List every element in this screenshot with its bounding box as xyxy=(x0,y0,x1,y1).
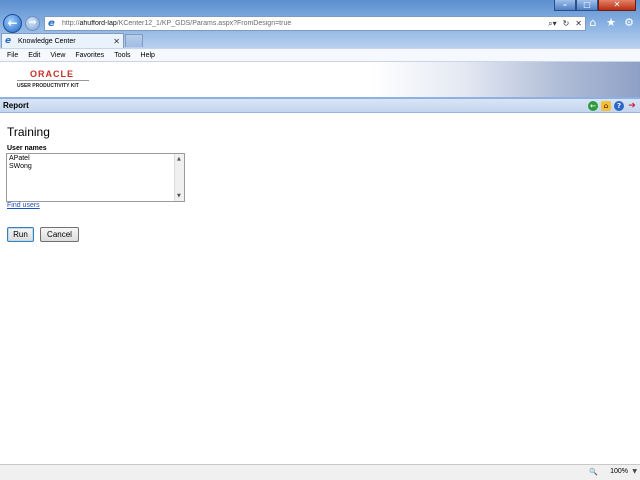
menu-file[interactable]: File xyxy=(2,52,23,59)
menu-favorites[interactable]: Favorites xyxy=(70,52,109,59)
menu-edit[interactable]: Edit xyxy=(23,52,45,59)
green-back-icon[interactable]: ← xyxy=(588,100,598,111)
zoom-icon: 🔍 xyxy=(589,468,598,476)
help-icon[interactable]: ? xyxy=(614,100,624,111)
menu-help[interactable]: Help xyxy=(136,52,160,59)
gear-icon[interactable]: ⚙ xyxy=(622,16,636,30)
home-icon[interactable]: ⌂ xyxy=(586,16,600,30)
header-gradient xyxy=(372,62,640,97)
minimize-button[interactable]: – xyxy=(554,0,576,11)
tab-knowledge-center[interactable]: e Knowledge Center ✕ xyxy=(1,33,124,48)
menu-bar: File Edit View Favorites Tools Help xyxy=(0,48,640,62)
maximize-button[interactable]: □ xyxy=(576,0,598,11)
close-window-button[interactable]: ✕ xyxy=(598,0,636,11)
scroll-down-icon[interactable]: ▼ xyxy=(177,193,181,199)
oracle-logo: ORACLE xyxy=(30,69,74,79)
run-button[interactable]: Run xyxy=(7,227,34,242)
cancel-button[interactable]: Cancel xyxy=(40,227,79,242)
user-names-textarea[interactable]: APatel SWong ▲ ▼ xyxy=(6,153,185,202)
browser-toolbar-right: ⌂ ★ ⚙ xyxy=(586,16,636,30)
user-names-value: APatel SWong xyxy=(9,155,32,170)
star-icon[interactable]: ★ xyxy=(604,16,618,30)
page-title: Training xyxy=(7,125,50,139)
stop-icon[interactable]: ✕ xyxy=(575,19,582,29)
window-controls: – □ ✕ xyxy=(554,0,636,11)
menu-view[interactable]: View xyxy=(45,52,70,59)
status-bar: 🔍 100% ▼ xyxy=(0,464,640,480)
address-bar[interactable]: e http://ahufford-lap/KCenter12_1/KP_GDS… xyxy=(44,16,586,31)
close-icon[interactable]: ✕ xyxy=(113,37,120,46)
search-icon[interactable]: ⌕▾ xyxy=(548,19,557,29)
find-users-link[interactable]: Find users xyxy=(7,202,40,209)
browser-chrome: – □ ✕ ← → e http://ahufford-lap/KCenter1… xyxy=(0,0,640,48)
upk-logo-text: USER PRODUCTIVITY KIT xyxy=(17,83,79,89)
oracle-header: ORACLE USER PRODUCTIVITY KIT xyxy=(0,62,640,97)
refresh-icon[interactable]: ↻ xyxy=(563,19,570,29)
page-icon: e xyxy=(5,36,12,46)
report-bar: Report ← ⌂ ? ➜ xyxy=(0,97,640,113)
report-title: Report xyxy=(3,101,29,110)
zoom-level[interactable]: 100% xyxy=(610,468,628,475)
menu-tools[interactable]: Tools xyxy=(109,52,135,59)
forward-arrow-icon[interactable]: → xyxy=(25,16,40,31)
exit-icon[interactable]: ➜ xyxy=(627,101,637,111)
scroll-up-icon[interactable]: ▲ xyxy=(177,156,181,162)
back-arrow-icon[interactable]: ← xyxy=(3,14,22,33)
home-icon[interactable]: ⌂ xyxy=(601,100,611,111)
new-tab-button[interactable] xyxy=(125,34,143,47)
user-names-label: User names xyxy=(7,145,47,152)
address-url[interactable]: http://ahufford-lap/KCenter12_1/KP_GDS/P… xyxy=(62,20,545,27)
chevron-down-icon[interactable]: ▼ xyxy=(632,468,637,475)
page-icon: e xyxy=(48,18,55,29)
logo-divider xyxy=(17,80,89,81)
textarea-scrollbar[interactable]: ▲ ▼ xyxy=(174,154,184,201)
tab-label: Knowledge Center xyxy=(18,37,76,45)
